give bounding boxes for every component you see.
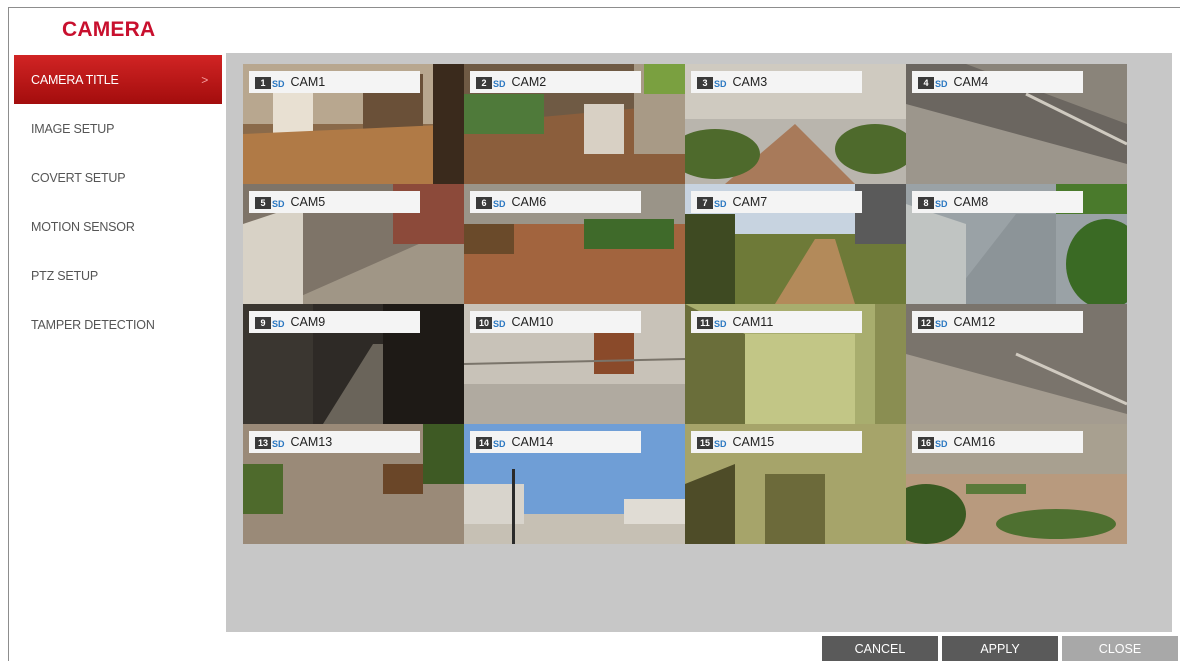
- channel-badge: 9 SD: [255, 315, 285, 329]
- camera-title-field[interactable]: 7 SD CAM7: [691, 191, 862, 213]
- sidebar-item-ptz-setup[interactable]: PTZ SETUP: [14, 251, 222, 300]
- channel-badge: 15 SD: [697, 435, 727, 449]
- camera-tile-10[interactable]: 10 SD CAM10: [464, 304, 685, 424]
- channel-badge: 14 SD: [476, 435, 506, 449]
- camera-name: CAM15: [732, 435, 775, 449]
- channel-badge: 7 SD: [697, 195, 727, 209]
- chevron-right-icon: >: [201, 72, 208, 87]
- channel-badge: 4 SD: [918, 75, 948, 89]
- sidebar-item-label: CAMERA TITLE: [31, 72, 119, 87]
- camera-tile-6[interactable]: 6 SD CAM6: [464, 184, 685, 304]
- channel-badge: 5 SD: [255, 195, 285, 209]
- channel-badge: 8 SD: [918, 195, 948, 209]
- camera-title-field[interactable]: 13 SD CAM13: [249, 431, 420, 453]
- camera-title-field[interactable]: 5 SD CAM5: [249, 191, 420, 213]
- camera-tile-5[interactable]: 5 SD CAM5: [243, 184, 464, 304]
- camera-title-field[interactable]: 2 SD CAM2: [470, 71, 641, 93]
- camera-name: CAM1: [290, 75, 326, 89]
- camera-tile-4[interactable]: 4 SD CAM4: [906, 64, 1127, 184]
- cancel-button[interactable]: CANCEL: [822, 636, 938, 661]
- camera-tile-13[interactable]: 13 SD CAM13: [243, 424, 464, 544]
- camera-tile-1[interactable]: 1 SD CAM1: [243, 64, 464, 184]
- camera-tile-11[interactable]: 11 SD CAM11: [685, 304, 906, 424]
- sidebar-item-image-setup[interactable]: IMAGE SETUP: [14, 104, 222, 153]
- apply-button[interactable]: APPLY: [942, 636, 1058, 661]
- camera-grid: 1 SD CAM1 2 SD CAM2 3 SD CAM3 4 SD CAM4 …: [243, 64, 1127, 544]
- camera-name: CAM2: [511, 75, 547, 89]
- channel-badge: 1 SD: [255, 75, 285, 89]
- channel-badge: 16 SD: [918, 435, 948, 449]
- sidebar: CAMERA TITLE > IMAGE SETUP COVERT SETUP …: [14, 55, 222, 349]
- sidebar-item-label: MOTION SENSOR: [31, 219, 135, 234]
- channel-badge: 6 SD: [476, 195, 506, 209]
- camera-title-field[interactable]: 6 SD CAM6: [470, 191, 641, 213]
- sidebar-item-label: COVERT SETUP: [31, 170, 126, 185]
- camera-tile-15[interactable]: 15 SD CAM15: [685, 424, 906, 544]
- sidebar-item-label: TAMPER DETECTION: [31, 317, 155, 332]
- camera-tile-2[interactable]: 2 SD CAM2: [464, 64, 685, 184]
- camera-title-field[interactable]: 3 SD CAM3: [691, 71, 862, 93]
- sidebar-item-label: PTZ SETUP: [31, 268, 98, 283]
- camera-tile-7[interactable]: 7 SD CAM7: [685, 184, 906, 304]
- camera-name: CAM6: [511, 195, 547, 209]
- camera-name: CAM7: [732, 195, 768, 209]
- sidebar-item-label: IMAGE SETUP: [31, 121, 115, 136]
- camera-title-field[interactable]: 11 SD CAM11: [691, 311, 862, 333]
- channel-badge: 12 SD: [918, 315, 948, 329]
- channel-badge: 3 SD: [697, 75, 727, 89]
- camera-title-field[interactable]: 8 SD CAM8: [912, 191, 1083, 213]
- sidebar-item-camera-title[interactable]: CAMERA TITLE >: [14, 55, 222, 104]
- page-title: CAMERA: [62, 18, 156, 41]
- sidebar-item-tamper-detection[interactable]: TAMPER DETECTION: [14, 300, 222, 349]
- camera-tile-16[interactable]: 16 SD CAM16: [906, 424, 1127, 544]
- camera-name: CAM9: [290, 315, 326, 329]
- camera-name: CAM12: [953, 315, 996, 329]
- channel-badge: 13 SD: [255, 435, 285, 449]
- camera-tile-8[interactable]: 8 SD CAM8: [906, 184, 1127, 304]
- sidebar-item-motion-sensor[interactable]: MOTION SENSOR: [14, 202, 222, 251]
- camera-title-field[interactable]: 12 SD CAM12: [912, 311, 1083, 333]
- sidebar-item-covert-setup[interactable]: COVERT SETUP: [14, 153, 222, 202]
- camera-title-field[interactable]: 15 SD CAM15: [691, 431, 862, 453]
- camera-name: CAM16: [953, 435, 996, 449]
- close-button[interactable]: CLOSE: [1062, 636, 1178, 661]
- channel-badge: 10 SD: [476, 315, 506, 329]
- channel-badge: 2 SD: [476, 75, 506, 89]
- camera-name: CAM3: [732, 75, 768, 89]
- camera-name: CAM10: [511, 315, 554, 329]
- camera-tile-12[interactable]: 12 SD CAM12: [906, 304, 1127, 424]
- camera-title-field[interactable]: 16 SD CAM16: [912, 431, 1083, 453]
- camera-title-field[interactable]: 4 SD CAM4: [912, 71, 1083, 93]
- camera-name: CAM11: [732, 315, 774, 329]
- channel-badge: 11 SD: [697, 315, 727, 329]
- camera-title-field[interactable]: 14 SD CAM14: [470, 431, 641, 453]
- camera-name: CAM14: [511, 435, 554, 449]
- camera-name: CAM8: [953, 195, 989, 209]
- camera-name: CAM13: [290, 435, 333, 449]
- camera-tile-3[interactable]: 3 SD CAM3: [685, 64, 906, 184]
- camera-name: CAM5: [290, 195, 326, 209]
- camera-title-field[interactable]: 10 SD CAM10: [470, 311, 641, 333]
- camera-tile-9[interactable]: 9 SD CAM9: [243, 304, 464, 424]
- camera-name: CAM4: [953, 75, 989, 89]
- camera-title-field[interactable]: 1 SD CAM1: [249, 71, 420, 93]
- camera-title-field[interactable]: 9 SD CAM9: [249, 311, 420, 333]
- camera-tile-14[interactable]: 14 SD CAM14: [464, 424, 685, 544]
